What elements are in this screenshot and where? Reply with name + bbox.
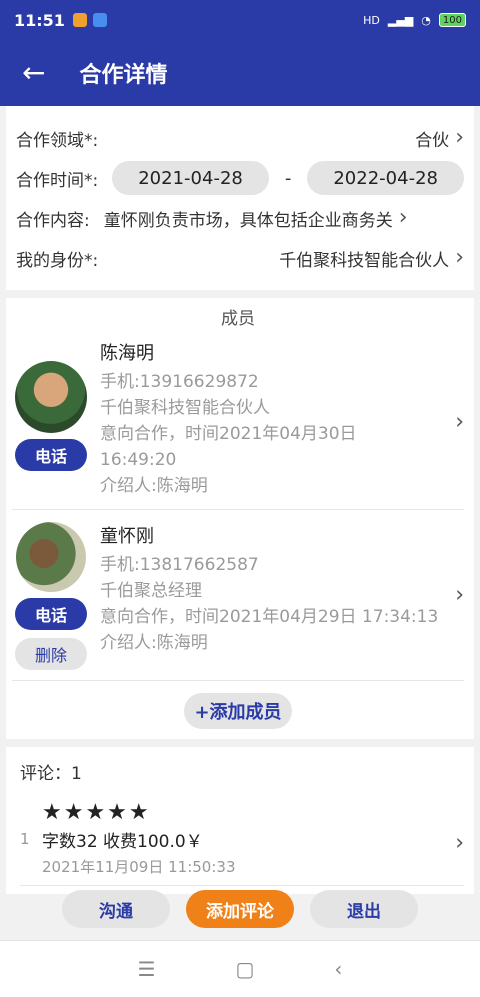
content-row[interactable]: 合作内容: 童怀刚负责市场，具体包括企业商务关 › (16, 198, 464, 238)
exit-button[interactable]: 退出 (310, 890, 418, 928)
member-referrer: 介绍人:陈海明 (100, 476, 208, 496)
field-row[interactable]: 合作领域*: 合伙 › (16, 118, 464, 158)
system-nav-bar: ☰ ▢ ‹ (0, 940, 480, 997)
call-button[interactable]: 电话 (15, 439, 87, 471)
comments-section: 评论：1 1 ★★★★★ 字数32 收费100.0￥ 2021年11月09日 1… (6, 747, 474, 894)
member-intent-time: 16:49:20 (100, 450, 177, 470)
chevron-right-icon: › (455, 245, 464, 270)
comment-date: 2021年11月09日 11:50:33 (42, 858, 236, 876)
start-date-button[interactable]: 2021-04-28 (112, 161, 269, 195)
chevron-right-icon: › (455, 409, 464, 435)
member-intent: 意向合作，时间2021年04月30日 (100, 424, 357, 444)
status-time: 11:51 (14, 10, 65, 30)
comment-summary: 字数32 收费100.0￥ (42, 832, 203, 852)
content-label: 合作内容: (16, 210, 90, 231)
comments-title: 评论：1 (20, 764, 82, 784)
comment-item[interactable]: 1 ★★★★★ 字数32 收费100.0￥ 2021年11月09日 11:50:… (20, 800, 464, 886)
add-member-button[interactable]: +添加成员 (184, 693, 292, 729)
action-bar: 沟通 添加评论 退出 (0, 890, 480, 928)
signal-bars-icon: ▂▄▆ (387, 13, 414, 27)
member-name: 陈海明 (100, 343, 154, 364)
signal-icon: HD (363, 13, 380, 27)
member-referrer: 介绍人:陈海明 (100, 633, 208, 653)
members-title: 成员 (221, 309, 255, 329)
avatar (16, 522, 86, 592)
member-intent: 意向合作，时间2021年04月29日 17:34:13 (100, 607, 439, 627)
time-label: 合作时间*: (16, 170, 99, 191)
app-bar: ← 合作详情 (0, 40, 480, 106)
time-row: 合作时间*: 2021-04-28 - 2022-04-28 (16, 158, 464, 198)
member-name: 童怀刚 (100, 526, 154, 547)
date-separator: - (284, 167, 292, 189)
notification-app-icon (72, 13, 87, 27)
member-role: 千伯聚科技智能合伙人 (100, 398, 270, 418)
call-button[interactable]: 电话 (15, 598, 87, 630)
field-value: 合伙 (415, 130, 450, 151)
chevron-right-icon: › (398, 205, 408, 230)
communicate-button[interactable]: 沟通 (62, 890, 170, 928)
chevron-right-icon: › (455, 125, 464, 150)
chevron-right-icon: › (455, 830, 464, 855)
members-section: 成员 电话 陈海明 手机:13916629872 千伯聚科技智能合伙人 意向合作… (6, 298, 474, 739)
cooperation-info-card: 合作领域*: 合伙 › 合作时间*: 2021-04-28 - 2022-04-… (6, 106, 474, 290)
add-comment-button[interactable]: 添加评论 (186, 890, 294, 928)
star-rating-icon: ★★★★★ (42, 800, 151, 825)
chevron-right-icon: › (455, 582, 464, 608)
back-icon[interactable]: ‹ (334, 957, 342, 981)
identity-row[interactable]: 我的身份*: 千伯聚科技智能合伙人 › (16, 238, 464, 278)
page-title: 合作详情 (79, 63, 168, 88)
identity-value: 千伯聚科技智能合伙人 (279, 250, 450, 271)
content-value: 童怀刚负责市场，具体包括企业商务关 (103, 210, 393, 231)
member-item[interactable]: 电话 陈海明 手机:13916629872 千伯聚科技智能合伙人 意向合作，时间… (12, 335, 464, 510)
wifi-icon: ◔ (421, 13, 431, 27)
member-phone: 手机:13916629872 (100, 372, 259, 392)
back-arrow-icon[interactable]: ← (22, 59, 45, 87)
battery-icon: 100 (438, 13, 466, 27)
comment-index: 1 (20, 830, 30, 848)
status-bar: 11:51 HD ▂▄▆ ◔ 100 (0, 0, 480, 40)
delete-button[interactable]: 删除 (15, 638, 87, 670)
end-date-button[interactable]: 2022-04-28 (307, 161, 464, 195)
member-item[interactable]: 电话 删除 童怀刚 手机:13817662587 千伯聚总经理 意向合作，时间2… (12, 510, 464, 681)
menu-icon[interactable]: ☰ (138, 957, 156, 981)
home-icon[interactable]: ▢ (236, 957, 255, 981)
identity-label: 我的身份*: (16, 250, 99, 271)
member-role: 千伯聚总经理 (100, 581, 202, 601)
avatar (15, 361, 87, 433)
field-label: 合作领域*: (16, 130, 99, 151)
calendar-app-icon (92, 13, 107, 27)
member-phone: 手机:13817662587 (100, 555, 259, 575)
